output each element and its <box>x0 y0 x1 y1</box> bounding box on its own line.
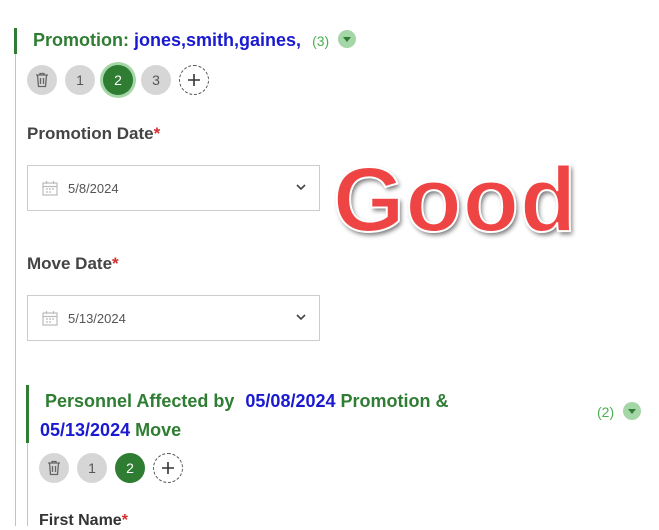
overlay-good-text: Good <box>332 148 578 252</box>
page-button-2[interactable]: 2 <box>103 65 133 95</box>
promotion-count: (3) <box>312 33 330 49</box>
plus-icon <box>188 74 200 86</box>
personnel-prefix: Personnel Affected by <box>45 391 235 411</box>
dropdown-arrow-icon[interactable] <box>338 30 357 49</box>
trash-icon <box>48 460 60 476</box>
promotion-names: jones,smith,gaines, <box>134 30 302 50</box>
page-button-1[interactable]: 1 <box>77 453 107 483</box>
promotion-label: Promotion: <box>33 30 129 50</box>
first-name-label: First Name* <box>39 512 128 530</box>
promotion-date-label: Promotion Date* <box>27 124 160 144</box>
delete-button[interactable] <box>39 453 69 483</box>
section-accent-bar <box>14 28 17 54</box>
move-date-input[interactable]: 5/13/2024 <box>27 295 320 341</box>
required-marker: * <box>112 254 119 273</box>
page-button-3[interactable]: 3 <box>141 65 171 95</box>
required-marker: * <box>153 124 161 143</box>
move-date-label-text: Move Date <box>27 254 113 273</box>
personnel-suffix: Move <box>135 420 182 440</box>
promotion-date-input[interactable]: 5/8/2024 <box>27 165 320 211</box>
promotion-date-value: 5/8/2024 <box>68 180 119 196</box>
personnel-count-group: (2) <box>597 402 641 422</box>
personnel-date2: 05/13/2024 <box>40 420 131 440</box>
delete-button[interactable] <box>27 65 57 95</box>
personnel-header: Personnel Affected by 05/08/2024 Promoti… <box>40 387 510 445</box>
first-name-label-text: First Name <box>39 512 122 529</box>
subsection-guide-line <box>27 443 28 526</box>
required-marker: * <box>121 512 128 529</box>
promotion-header: Promotion: jones,smith,gaines, (3) <box>33 30 357 51</box>
personnel-pager: 1 2 <box>39 453 191 483</box>
move-date-label: Move Date* <box>27 254 119 274</box>
page-button-2[interactable]: 2 <box>115 453 145 483</box>
calendar-icon <box>42 311 58 326</box>
personnel-count: (2) <box>597 404 615 421</box>
calendar-icon <box>42 181 58 196</box>
page-button-1[interactable]: 1 <box>65 65 95 95</box>
chevron-down-icon[interactable] <box>295 181 307 193</box>
promotion-pager: 1 2 3 <box>27 65 217 95</box>
add-button[interactable] <box>179 65 209 95</box>
chevron-down-icon[interactable] <box>295 311 307 323</box>
dropdown-arrow-icon[interactable] <box>622 402 641 420</box>
subsection-accent-bar <box>26 385 29 443</box>
plus-icon <box>162 462 174 474</box>
trash-icon <box>36 72 48 88</box>
move-date-value: 5/13/2024 <box>68 310 126 326</box>
section-guide-line <box>15 54 16 526</box>
personnel-date1: 05/08/2024 <box>245 391 336 411</box>
personnel-middle: Promotion & <box>340 391 449 411</box>
promotion-date-label-text: Promotion Date <box>27 124 154 143</box>
add-button[interactable] <box>153 453 183 483</box>
